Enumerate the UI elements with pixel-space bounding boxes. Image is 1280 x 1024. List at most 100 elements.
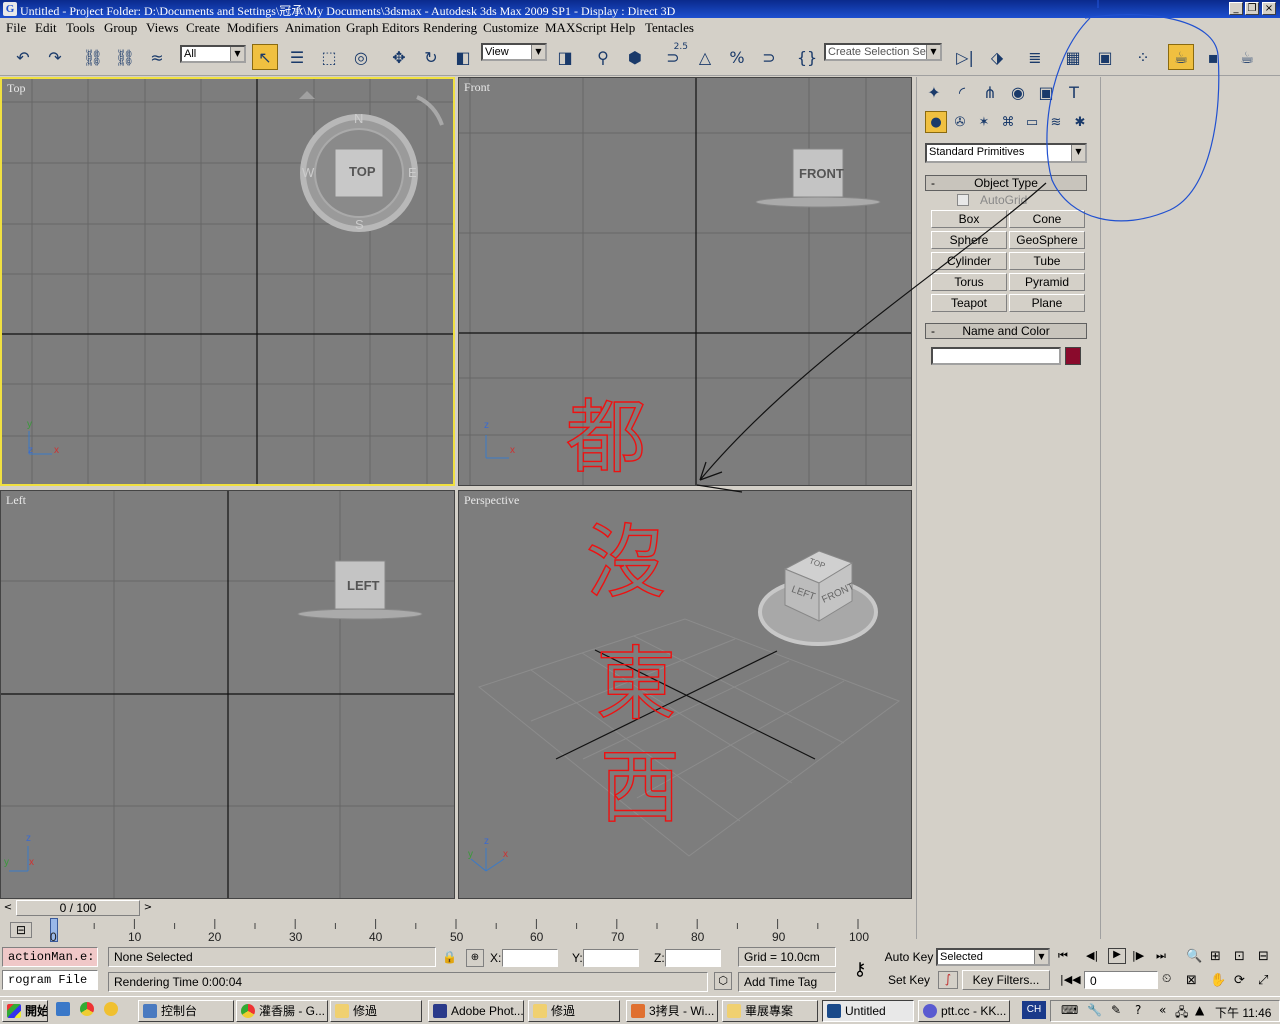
taskbar-item[interactable]: Adobe Phot... bbox=[428, 1000, 524, 1022]
menu-file[interactable]: File bbox=[6, 20, 26, 36]
redo-icon[interactable]: ↷ bbox=[42, 44, 68, 70]
sphere-button[interactable]: Sphere bbox=[931, 231, 1007, 249]
torus-button[interactable]: Torus bbox=[931, 273, 1007, 291]
lights-icon[interactable]: ✶ bbox=[973, 111, 995, 133]
hierarchy-tab-icon[interactable]: ⋔ bbox=[977, 79, 1003, 105]
unlink-selection-icon[interactable]: ⛓ bbox=[112, 44, 138, 70]
select-and-scale-icon[interactable]: ◧ bbox=[450, 44, 476, 70]
menu-edit[interactable]: Edit bbox=[35, 20, 57, 36]
geometry-icon[interactable]: ● bbox=[925, 111, 947, 133]
add-time-tag-button[interactable]: Add Time Tag bbox=[738, 972, 836, 992]
maxscript-listener-output[interactable]: actionMan.e: bbox=[2, 947, 98, 967]
select-by-name-icon[interactable]: ☰ bbox=[284, 44, 310, 70]
modify-tab-icon[interactable]: ◜ bbox=[949, 79, 975, 105]
menu-tools[interactable]: Tools bbox=[66, 20, 95, 36]
menu-rendering[interactable]: Rendering bbox=[423, 20, 477, 36]
y-coordinate-input[interactable] bbox=[583, 949, 639, 967]
systems-icon[interactable]: ✱ bbox=[1069, 111, 1091, 133]
viewport-label-front[interactable]: Front bbox=[464, 80, 490, 95]
select-and-rotate-icon[interactable]: ↻ bbox=[418, 44, 444, 70]
time-configuration-icon[interactable]: ⏲ bbox=[1162, 971, 1171, 986]
time-next-icon[interactable]: > bbox=[140, 900, 156, 916]
previous-frame-icon[interactable]: ◀| bbox=[1086, 949, 1098, 962]
key-filters-button[interactable]: Key Filters... bbox=[962, 970, 1050, 990]
percent-snap-icon[interactable]: % bbox=[724, 44, 750, 70]
expand-tray-icon[interactable]: « bbox=[1159, 1003, 1166, 1017]
taskbar-item[interactable]: 修過 bbox=[528, 1000, 620, 1022]
app-icon[interactable]: G bbox=[3, 2, 17, 16]
window-crossing-icon[interactable]: ◎ bbox=[348, 44, 374, 70]
viewport-label-top[interactable]: Top bbox=[7, 81, 26, 96]
name-and-color-rollout[interactable]: - Name and Color bbox=[925, 323, 1087, 339]
zoom-extents-all-icon[interactable]: ⊟ bbox=[1258, 949, 1269, 964]
start-button[interactable]: 開始 bbox=[2, 1000, 48, 1022]
menu-group[interactable]: Group bbox=[104, 20, 137, 36]
wrench-icon[interactable]: 🔧 bbox=[1087, 1003, 1102, 1017]
minimize-button[interactable]: _ bbox=[1229, 2, 1243, 15]
select-object-icon[interactable]: ↖ bbox=[252, 44, 278, 70]
auto-key-button[interactable]: Auto Key bbox=[884, 947, 934, 967]
object-name-input[interactable] bbox=[931, 347, 1061, 365]
default-tangent-icon[interactable]: ∫ bbox=[938, 971, 958, 989]
plane-button[interactable]: Plane bbox=[1009, 294, 1085, 312]
teapot-button[interactable]: Teapot bbox=[931, 294, 1007, 312]
track-bar[interactable]: ⊟ 0 10 20 30 40 50 60 70 80 90 100 bbox=[0, 917, 912, 945]
bind-to-space-warp-icon[interactable]: ≈ bbox=[144, 44, 170, 70]
select-and-link-icon[interactable]: ⛓ bbox=[80, 44, 106, 70]
network-icon[interactable]: 🖧 bbox=[1175, 1003, 1188, 1024]
time-slider[interactable]: < 0 / 100 > bbox=[0, 900, 912, 916]
play-icon[interactable]: ▶ bbox=[1108, 948, 1126, 964]
menu-tentacles[interactable]: Tentacles bbox=[645, 20, 694, 36]
reference-coordinate-dropdown[interactable]: View ▼ bbox=[481, 43, 547, 61]
select-and-manipulate-icon[interactable]: ⚲ bbox=[590, 44, 616, 70]
taskbar-item[interactable]: 修過 bbox=[330, 1000, 422, 1022]
motion-tab-icon[interactable]: ◉ bbox=[1005, 79, 1031, 105]
align-icon[interactable]: ⬗ bbox=[984, 44, 1010, 70]
geosphere-button[interactable]: GeoSphere bbox=[1009, 231, 1085, 249]
menu-help[interactable]: Help bbox=[610, 20, 635, 36]
box-button[interactable]: Box bbox=[931, 210, 1007, 228]
viewport-left[interactable]: Left LEFT z y x bbox=[0, 490, 455, 899]
set-key-button[interactable]: Set Key bbox=[884, 970, 934, 990]
layer-manager-icon[interactable]: ≣ bbox=[1022, 44, 1048, 70]
zoom-all-icon[interactable]: ⊞ bbox=[1210, 949, 1221, 964]
messenger-quicklaunch-icon[interactable] bbox=[104, 1002, 118, 1016]
viewport-top[interactable]: Top TOP N S W E y z x bbox=[0, 77, 455, 486]
mirror-icon[interactable]: ▷| bbox=[952, 44, 978, 70]
shapes-icon[interactable]: ✇ bbox=[949, 111, 971, 133]
spinner-snap-icon[interactable]: ⊃ bbox=[756, 44, 782, 70]
angle-snap-icon[interactable]: △ bbox=[692, 44, 718, 70]
zoom-icon[interactable]: 🔍 bbox=[1186, 949, 1202, 964]
pan-view-icon[interactable]: ✋ bbox=[1210, 973, 1226, 988]
restore-button[interactable]: ❐ bbox=[1245, 2, 1259, 15]
go-to-end-icon[interactable]: ⏭ bbox=[1156, 949, 1166, 963]
render-setup-icon[interactable]: ☕ bbox=[1168, 44, 1194, 70]
next-frame-icon[interactable]: |▶ bbox=[1132, 949, 1144, 962]
taskbar-item[interactable]: 灌香腸 - G... bbox=[236, 1000, 328, 1022]
orbit-icon[interactable]: ⟳ bbox=[1234, 973, 1245, 988]
field-of-view-icon[interactable]: ⊠ bbox=[1186, 973, 1197, 988]
taskbar-item[interactable]: ptt.cc - KK... bbox=[918, 1000, 1010, 1022]
utilities-tab-icon[interactable]: T bbox=[1061, 79, 1087, 105]
create-tab-icon[interactable]: ✦ bbox=[921, 79, 947, 105]
time-tag-icon[interactable]: ⬡ bbox=[714, 972, 732, 990]
curve-editor-icon[interactable]: ▦ bbox=[1060, 44, 1086, 70]
taskbar-item[interactable]: 控制台 bbox=[138, 1000, 234, 1022]
quick-render-teapot-icon[interactable]: ☕ bbox=[1234, 44, 1260, 70]
viewport-label-perspective[interactable]: Perspective bbox=[464, 493, 519, 508]
pyramid-button[interactable]: Pyramid bbox=[1009, 273, 1085, 291]
object-color-swatch[interactable] bbox=[1065, 347, 1081, 365]
use-pivot-center-icon[interactable]: ◨ bbox=[552, 44, 578, 70]
curve-editor-mini-icon[interactable]: ⊟ bbox=[10, 922, 32, 938]
close-button[interactable]: × bbox=[1262, 2, 1276, 15]
keyboard-shortcut-override-icon[interactable]: ⬢ bbox=[622, 44, 648, 70]
edit-named-selection-icon[interactable]: {} bbox=[794, 44, 820, 70]
absolute-mode-icon[interactable]: ⊕ bbox=[466, 949, 484, 967]
help-icon[interactable]: ? bbox=[1135, 1003, 1141, 1017]
input-method-icon[interactable]: CH bbox=[1022, 1001, 1046, 1019]
selection-lock-icon[interactable]: 🔒 bbox=[442, 950, 457, 964]
set-keys-key-icon[interactable]: ⚷ bbox=[846, 953, 874, 987]
go-to-start-icon[interactable]: ⏮ bbox=[1058, 949, 1068, 963]
cylinder-button[interactable]: Cylinder bbox=[931, 252, 1007, 270]
autogrid-checkbox[interactable] bbox=[957, 194, 969, 206]
